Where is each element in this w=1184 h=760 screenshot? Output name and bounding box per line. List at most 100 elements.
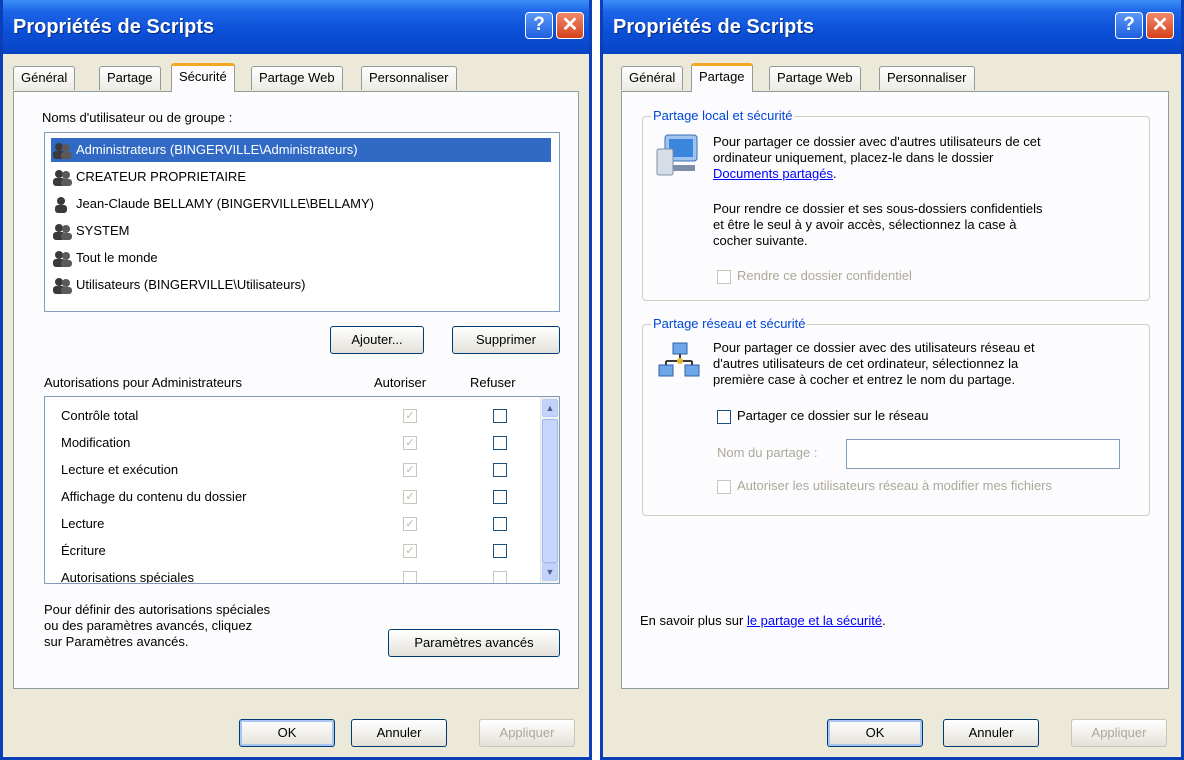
tab-general[interactable]: Général bbox=[621, 66, 684, 90]
apply-button: Appliquer bbox=[479, 719, 575, 747]
permissions-list[interactable]: Contrôle total ✓ Modification ✓ Lecture et… bbox=[44, 396, 560, 584]
network-icon bbox=[657, 341, 701, 384]
local-text-1: Pour partager ce dossier avec d'autres u… bbox=[713, 134, 1143, 182]
help-button[interactable]: ? bbox=[525, 12, 553, 39]
ok-button[interactable]: OK bbox=[827, 719, 923, 747]
list-item-creator-owner[interactable]: CREATEUR PROPRIETAIRE bbox=[51, 165, 246, 189]
remove-button[interactable]: Supprimer bbox=[452, 326, 560, 354]
permission-name: Autorisations spéciales bbox=[61, 570, 194, 584]
user-name: SYSTEM bbox=[76, 223, 130, 238]
user-icon bbox=[51, 196, 73, 214]
properties-dialog-sharing: Propriétés de Scripts ? ✕ Général Partag… bbox=[600, 0, 1184, 760]
scroll-down-icon[interactable]: ▼ bbox=[542, 563, 558, 581]
user-name: Jean-Claude BELLAMY (BINGERVILLE\BELLAMY… bbox=[76, 196, 374, 211]
title-bar[interactable]: Propriétés de Scripts ? ✕ bbox=[3, 0, 589, 54]
group-icon bbox=[51, 277, 73, 295]
learn-more: En savoir plus sur le partage et la sécu… bbox=[640, 613, 886, 628]
sharing-panel: Partage local et sécurité Pour partager … bbox=[621, 91, 1169, 689]
scroll-up-icon[interactable]: ▲ bbox=[542, 399, 558, 417]
learn-more-suffix: . bbox=[882, 613, 886, 628]
permissions-label: Autorisations pour Administrateurs bbox=[44, 375, 242, 390]
advanced-settings-button[interactable]: Paramètres avancés bbox=[388, 629, 560, 657]
deny-checkbox[interactable] bbox=[493, 409, 507, 423]
permission-name: Écriture bbox=[61, 543, 106, 558]
computer-icon bbox=[655, 133, 701, 182]
allow-header: Autoriser bbox=[374, 375, 427, 390]
tab-security[interactable]: Sécurité bbox=[171, 63, 235, 92]
share-checkbox[interactable] bbox=[717, 410, 731, 424]
user-name: Administrateurs (BINGERVILLE\Administrat… bbox=[76, 142, 358, 157]
network-text-line-2: d'autres utilisateurs de cet ordinateur,… bbox=[713, 356, 1019, 371]
list-item-administrators[interactable]: Administrateurs (BINGERVILLE\Administrat… bbox=[51, 138, 551, 162]
tab-sharing[interactable]: Partage bbox=[99, 66, 161, 90]
group-icon bbox=[51, 223, 73, 241]
tab-sharing[interactable]: Partage bbox=[691, 63, 753, 92]
user-name: Tout le monde bbox=[76, 250, 158, 265]
tab-web-sharing[interactable]: Partage Web bbox=[251, 66, 343, 90]
local-text-1-line-1: Pour partager ce dossier avec d'autres u… bbox=[713, 134, 1041, 149]
local-sharing-group: Partage local et sécurité Pour partager … bbox=[642, 108, 1150, 301]
cancel-button[interactable]: Annuler bbox=[351, 719, 447, 747]
network-sharing-group: Partage réseau et sécurité Pour partager… bbox=[642, 316, 1150, 516]
add-button[interactable]: Ajouter... bbox=[330, 326, 424, 354]
deny-checkbox[interactable] bbox=[493, 436, 507, 450]
group-icon bbox=[51, 169, 73, 187]
advanced-text-line-1: Pour définir des autorisations spéciales bbox=[44, 602, 271, 617]
tab-customize[interactable]: Personnaliser bbox=[879, 66, 975, 90]
users-list[interactable]: Administrateurs (BINGERVILLE\Administrat… bbox=[44, 132, 560, 312]
apply-button: Appliquer bbox=[1071, 719, 1167, 747]
advanced-text-line-2: ou des paramètres avancés, cliquez bbox=[44, 618, 253, 633]
tab-customize[interactable]: Personnaliser bbox=[361, 66, 457, 90]
network-text-line-3: première case à cocher et entrez le nom … bbox=[713, 372, 1016, 387]
allow-checkbox bbox=[403, 571, 417, 583]
network-group-title: Partage réseau et sécurité bbox=[651, 316, 808, 331]
advanced-text-line-3: sur Paramètres avancés. bbox=[44, 634, 189, 649]
allow-checkbox: ✓ bbox=[403, 463, 417, 477]
window-title: Propriétés de Scripts bbox=[613, 16, 815, 38]
list-item-bellamy[interactable]: Jean-Claude BELLAMY (BINGERVILLE\BELLAMY… bbox=[51, 192, 374, 216]
close-button[interactable]: ✕ bbox=[1146, 12, 1174, 39]
group-icon bbox=[51, 250, 73, 268]
users-label: Noms d'utilisateur ou de groupe : bbox=[42, 110, 233, 125]
shared-documents-link[interactable]: Documents partagés bbox=[713, 166, 833, 181]
list-item-everyone[interactable]: Tout le monde bbox=[51, 246, 158, 270]
scrollbar[interactable]: ▲ ▼ bbox=[540, 397, 559, 583]
learn-more-prefix: En savoir plus sur bbox=[640, 613, 747, 628]
local-text-2-line-2: et être le seul à y avoir accès, sélecti… bbox=[713, 217, 1017, 232]
network-text-line-1: Pour partager ce dossier avec des utilis… bbox=[713, 340, 1035, 355]
local-group-title: Partage local et sécurité bbox=[651, 108, 795, 123]
permission-name: Affichage du contenu du dossier bbox=[61, 489, 247, 504]
tab-web-sharing[interactable]: Partage Web bbox=[769, 66, 861, 90]
allow-modify-checkbox bbox=[717, 480, 731, 494]
security-panel: Noms d'utilisateur ou de groupe : Admini… bbox=[13, 91, 579, 689]
properties-dialog-security: Propriétés de Scripts ? ✕ Général Partag… bbox=[0, 0, 592, 760]
private-checkbox bbox=[717, 270, 731, 284]
local-text-2: Pour rendre ce dossier et ses sous-dossi… bbox=[713, 201, 1143, 249]
local-text-1-line-2: ordinateur uniquement, placez-le dans le… bbox=[713, 150, 994, 165]
tab-general[interactable]: Général bbox=[13, 66, 76, 90]
deny-checkbox[interactable] bbox=[493, 517, 507, 531]
close-button[interactable]: ✕ bbox=[556, 12, 584, 39]
allow-checkbox: ✓ bbox=[403, 409, 417, 423]
help-button[interactable]: ? bbox=[1115, 12, 1143, 39]
ok-button[interactable]: OK bbox=[239, 719, 335, 747]
deny-checkbox[interactable] bbox=[493, 544, 507, 558]
title-bar[interactable]: Propriétés de Scripts ? ✕ bbox=[603, 0, 1181, 54]
permission-name: Lecture bbox=[61, 516, 105, 531]
deny-header: Refuser bbox=[470, 375, 516, 390]
list-item-users[interactable]: Utilisateurs (BINGERVILLE\Utilisateurs) bbox=[51, 273, 306, 297]
allow-modify-checkbox-label: Autoriser les utilisateurs réseau à modi… bbox=[737, 478, 1053, 493]
deny-checkbox bbox=[493, 571, 507, 583]
local-text-1-end: . bbox=[832, 166, 837, 181]
share-name-input[interactable] bbox=[846, 439, 1120, 469]
user-name: Utilisateurs (BINGERVILLE\Utilisateurs) bbox=[76, 277, 306, 292]
deny-checkbox[interactable] bbox=[493, 490, 507, 504]
sharing-security-link[interactable]: le partage et la sécurité bbox=[747, 613, 882, 628]
list-item-system[interactable]: SYSTEM bbox=[51, 219, 129, 243]
cancel-button[interactable]: Annuler bbox=[943, 719, 1039, 747]
network-text: Pour partager ce dossier avec des utilis… bbox=[713, 340, 1143, 388]
deny-checkbox[interactable] bbox=[493, 463, 507, 477]
share-checkbox-label[interactable]: Partager ce dossier sur le réseau bbox=[737, 408, 928, 423]
scroll-thumb[interactable] bbox=[542, 419, 558, 563]
permission-name: Lecture et exécution bbox=[61, 462, 179, 477]
